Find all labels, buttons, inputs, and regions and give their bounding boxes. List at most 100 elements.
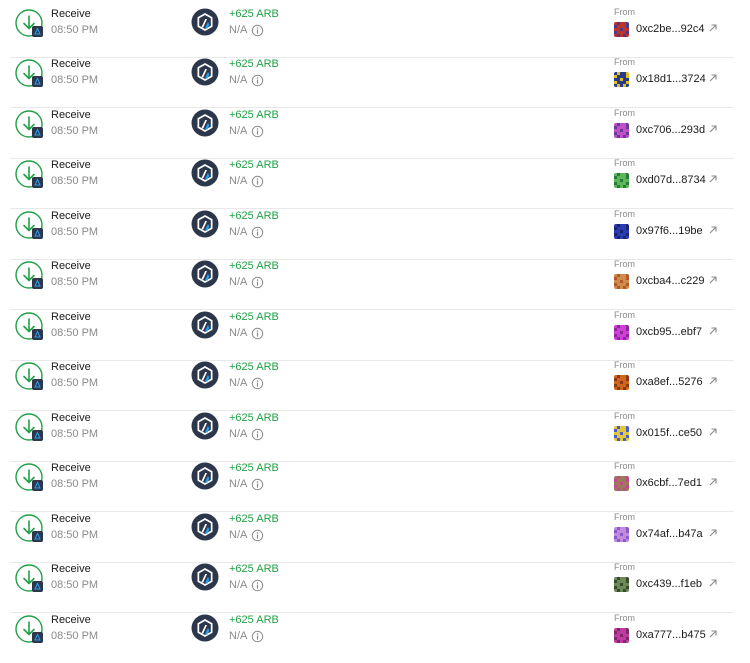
receive-arrow-icon (15, 463, 43, 491)
transaction-row[interactable]: Receive 08:50 PM +625 ARB N/A From 0xcb9… (10, 310, 734, 361)
transaction-amount: +625 ARB (229, 513, 279, 525)
fiat-value: N/A (229, 377, 248, 389)
from-label: From (614, 310, 635, 320)
transaction-amount: +625 ARB (229, 614, 279, 626)
arbitrum-token-icon (191, 361, 219, 389)
info-icon[interactable] (251, 529, 264, 542)
external-link-icon[interactable] (708, 124, 718, 134)
info-icon[interactable] (251, 630, 264, 643)
fiat-value: N/A (229, 428, 248, 440)
external-link-icon[interactable] (708, 275, 718, 285)
sender-avatar (614, 375, 629, 390)
transaction-amount: +625 ARB (229, 412, 279, 424)
arbitrum-token-icon (191, 159, 219, 187)
transaction-row[interactable]: Receive 08:50 PM +625 ARB N/A From 0x015… (10, 411, 734, 462)
transaction-type: Receive (51, 563, 91, 575)
sender-address-link[interactable]: 0xcb95...ebf7 (636, 325, 702, 340)
transaction-time: 08:50 PM (51, 24, 99, 36)
info-icon[interactable] (251, 478, 264, 491)
sender-address-link[interactable]: 0xa777...b475 (636, 628, 706, 643)
from-label: From (614, 562, 635, 572)
sender-avatar (614, 224, 629, 239)
info-icon[interactable] (251, 226, 264, 239)
info-icon[interactable] (251, 24, 264, 37)
transaction-row[interactable]: Receive 08:50 PM +625 ARB N/A From 0xd07… (10, 158, 734, 209)
sender-address-link[interactable]: 0x74af...b47a (636, 527, 703, 542)
sender-address-link[interactable]: 0xc706...293d (636, 123, 705, 138)
transaction-type: Receive (51, 8, 91, 20)
fiat-value: N/A (229, 630, 248, 642)
transaction-row[interactable]: Receive 08:50 PM +625 ARB N/A From 0xcba… (10, 259, 734, 310)
sender-avatar (614, 72, 629, 87)
transaction-amount: +625 ARB (229, 260, 279, 272)
receive-arrow-icon (15, 261, 43, 289)
external-link-icon[interactable] (708, 225, 718, 235)
sender-avatar (614, 173, 629, 188)
transaction-type: Receive (51, 260, 91, 272)
transaction-row[interactable]: Receive 08:50 PM +625 ARB N/A From 0x6cb… (10, 461, 734, 512)
external-link-icon[interactable] (708, 174, 718, 184)
transaction-amount: +625 ARB (229, 210, 279, 222)
fiat-value: N/A (229, 327, 248, 339)
from-label: From (614, 108, 635, 118)
external-link-icon[interactable] (708, 23, 718, 33)
info-icon[interactable] (251, 579, 264, 592)
from-label: From (614, 259, 635, 269)
transaction-time: 08:50 PM (51, 579, 99, 591)
transaction-type: Receive (51, 412, 91, 424)
transaction-time: 08:50 PM (51, 125, 99, 137)
sender-address-link[interactable]: 0x6cbf...7ed1 (636, 476, 702, 491)
info-icon[interactable] (251, 74, 264, 87)
fiat-value: N/A (229, 24, 248, 36)
transaction-amount: +625 ARB (229, 462, 279, 474)
transaction-type: Receive (51, 109, 91, 121)
transaction-row[interactable]: Receive 08:50 PM +625 ARB N/A From 0xc70… (10, 108, 734, 159)
fiat-value: N/A (229, 529, 248, 541)
sender-address-link[interactable]: 0xcba4...c229 (636, 274, 705, 289)
sender-address-link[interactable]: 0xd07d...8734 (636, 173, 706, 188)
transaction-row[interactable]: Receive 08:50 PM +625 ARB N/A From 0x74a… (10, 512, 734, 563)
transaction-type: Receive (51, 462, 91, 474)
external-link-icon[interactable] (708, 629, 718, 639)
receive-arrow-icon (15, 413, 43, 441)
transaction-row[interactable]: Receive 08:50 PM +625 ARB N/A From 0xc2b… (10, 7, 734, 58)
transaction-row[interactable]: Receive 08:50 PM +625 ARB N/A From 0x18d… (10, 57, 734, 108)
arbitrum-token-icon (191, 311, 219, 339)
receive-arrow-icon (15, 362, 43, 390)
transaction-row[interactable]: Receive 08:50 PM +625 ARB N/A From 0xc43… (10, 562, 734, 613)
external-link-icon[interactable] (708, 528, 718, 538)
external-link-icon[interactable] (708, 477, 718, 487)
external-link-icon[interactable] (708, 427, 718, 437)
transaction-time: 08:50 PM (51, 428, 99, 440)
transaction-row[interactable]: Receive 08:50 PM +625 ARB N/A From 0x97f… (10, 209, 734, 260)
external-link-icon[interactable] (708, 73, 718, 83)
transaction-time: 08:50 PM (51, 74, 99, 86)
info-icon[interactable] (251, 327, 264, 340)
sender-avatar (614, 527, 629, 542)
arbitrum-token-icon (191, 210, 219, 238)
fiat-value: N/A (229, 226, 248, 238)
sender-address-link[interactable]: 0xc2be...92c4 (636, 22, 705, 37)
sender-address-link[interactable]: 0x97f6...19be (636, 224, 703, 239)
external-link-icon[interactable] (708, 376, 718, 386)
transaction-row[interactable]: Receive 08:50 PM +625 ARB N/A From 0xa8e… (10, 360, 734, 411)
fiat-value: N/A (229, 74, 248, 86)
sender-avatar (614, 476, 629, 491)
external-link-icon[interactable] (708, 578, 718, 588)
transaction-row[interactable]: Receive 08:50 PM +625 ARB N/A From 0xa77… (10, 613, 734, 663)
arbitrum-token-icon (191, 513, 219, 541)
sender-address-link[interactable]: 0xc439...f1eb (636, 577, 702, 592)
info-icon[interactable] (251, 125, 264, 138)
transaction-amount: +625 ARB (229, 58, 279, 70)
info-icon[interactable] (251, 428, 264, 441)
transaction-amount: +625 ARB (229, 109, 279, 121)
info-icon[interactable] (251, 377, 264, 390)
sender-address-link[interactable]: 0x18d1...3724 (636, 72, 706, 87)
info-icon[interactable] (251, 175, 264, 188)
receive-arrow-icon (15, 564, 43, 592)
sender-address-link[interactable]: 0x015f...ce50 (636, 426, 702, 441)
sender-address-link[interactable]: 0xa8ef...5276 (636, 375, 703, 390)
external-link-icon[interactable] (708, 326, 718, 336)
info-icon[interactable] (251, 276, 264, 289)
sender-avatar (614, 22, 629, 37)
